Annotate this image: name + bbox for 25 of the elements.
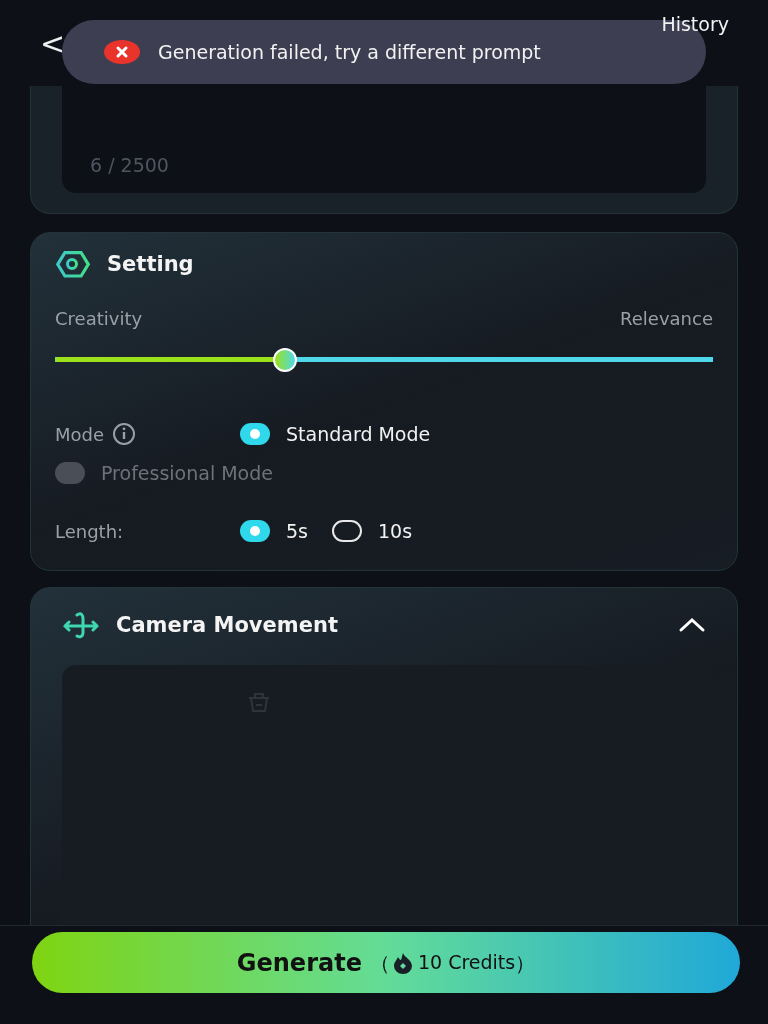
toast-text: Generation failed, try a different prompt <box>158 39 541 65</box>
chevron-icon[interactable] <box>678 617 706 634</box>
field-label: Length: <box>55 519 125 544</box>
section-title: Camera Movement <box>116 611 338 639</box>
hexagon-icon <box>55 249 91 281</box>
radio-button[interactable] <box>240 423 270 446</box>
section-title: Setting <box>107 251 194 279</box>
option-label: 5s <box>286 519 308 544</box>
slider-label: Creativity <box>55 307 143 331</box>
option-label: Professional Mode <box>101 460 273 486</box>
character-counter: 6 / 2500 <box>90 152 169 178</box>
error-icon <box>104 40 140 64</box>
option-label: 10s <box>378 519 413 544</box>
history-link[interactable]: History <box>661 9 729 39</box>
move-icon <box>62 611 100 640</box>
slider-handle[interactable] <box>273 348 298 372</box>
radio-button[interactable] <box>240 520 270 543</box>
info-icon[interactable] <box>112 422 137 447</box>
field-label: Mode <box>55 422 105 447</box>
generate-button[interactable]: Generate （ 10 Credits） <box>32 932 740 993</box>
slider-label: Relevance <box>620 307 713 331</box>
option-label: Standard Mode <box>286 422 431 447</box>
back-button[interactable]: < <box>40 29 66 59</box>
flame-icon <box>391 951 414 974</box>
radio-button[interactable] <box>332 520 362 543</box>
